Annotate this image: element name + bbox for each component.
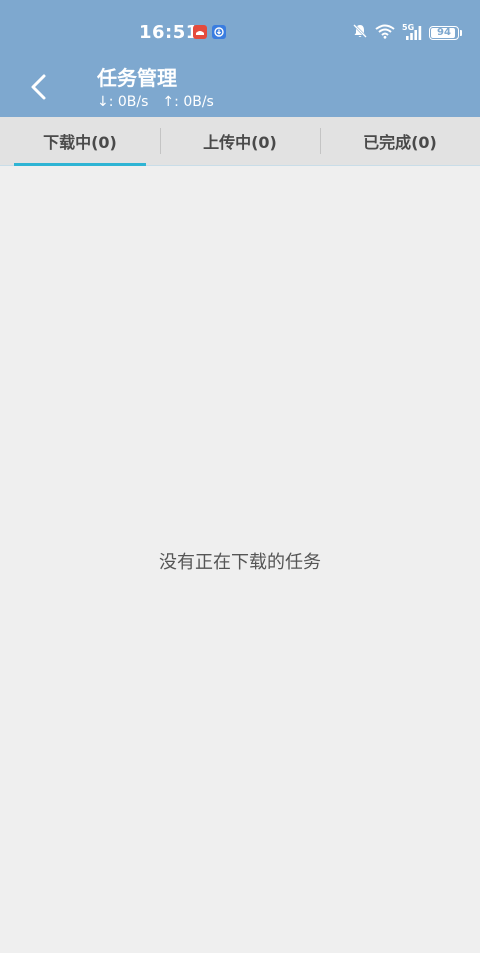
- download-notification-icon: [212, 25, 226, 39]
- status-indicators: 5G 94: [345, 24, 462, 42]
- chevron-left-icon: [31, 74, 46, 100]
- app-notification-icon: [193, 25, 207, 39]
- battery-tip: [460, 30, 462, 36]
- back-button[interactable]: [24, 70, 52, 104]
- tab-label: 已完成(0): [363, 133, 437, 152]
- tab-downloading[interactable]: 下载中(0): [0, 117, 160, 166]
- tab-bar: 下载中(0) 上传中(0) 已完成(0): [0, 117, 480, 166]
- wifi-icon: [375, 24, 395, 43]
- page-title: 任务管理: [97, 66, 177, 90]
- tab-uploading[interactable]: 上传中(0): [160, 117, 320, 165]
- status-bar: 16:51 5G 94: [0, 0, 480, 64]
- tab-label: 下载中(0): [43, 133, 117, 152]
- battery-icon: 94: [429, 26, 459, 40]
- app-header: 16:51 5G 94 任务管理 ↓: 0B/s ↑: 0B/s: [0, 0, 480, 117]
- upload-speed: ↑: 0B/s: [162, 94, 214, 110]
- tab-completed[interactable]: 已完成(0): [320, 117, 480, 165]
- task-manager-screen: 16:51 5G 94 任务管理 ↓: 0B/s ↑: 0B/s 下载中(0) …: [0, 0, 480, 953]
- battery-level: 94: [437, 27, 451, 38]
- tab-label: 上传中(0): [203, 133, 277, 152]
- active-tab-indicator: [14, 163, 146, 166]
- bell-off-icon: [352, 23, 368, 43]
- transfer-speed-row: ↓: 0B/s ↑: 0B/s: [97, 94, 214, 110]
- download-speed: ↓: 0B/s: [97, 94, 149, 110]
- status-time: 16:51: [139, 22, 199, 43]
- signal-icon: 5G: [402, 23, 422, 41]
- network-type-label: 5G: [402, 23, 415, 32]
- empty-state-message: 没有正在下载的任务: [159, 552, 321, 573]
